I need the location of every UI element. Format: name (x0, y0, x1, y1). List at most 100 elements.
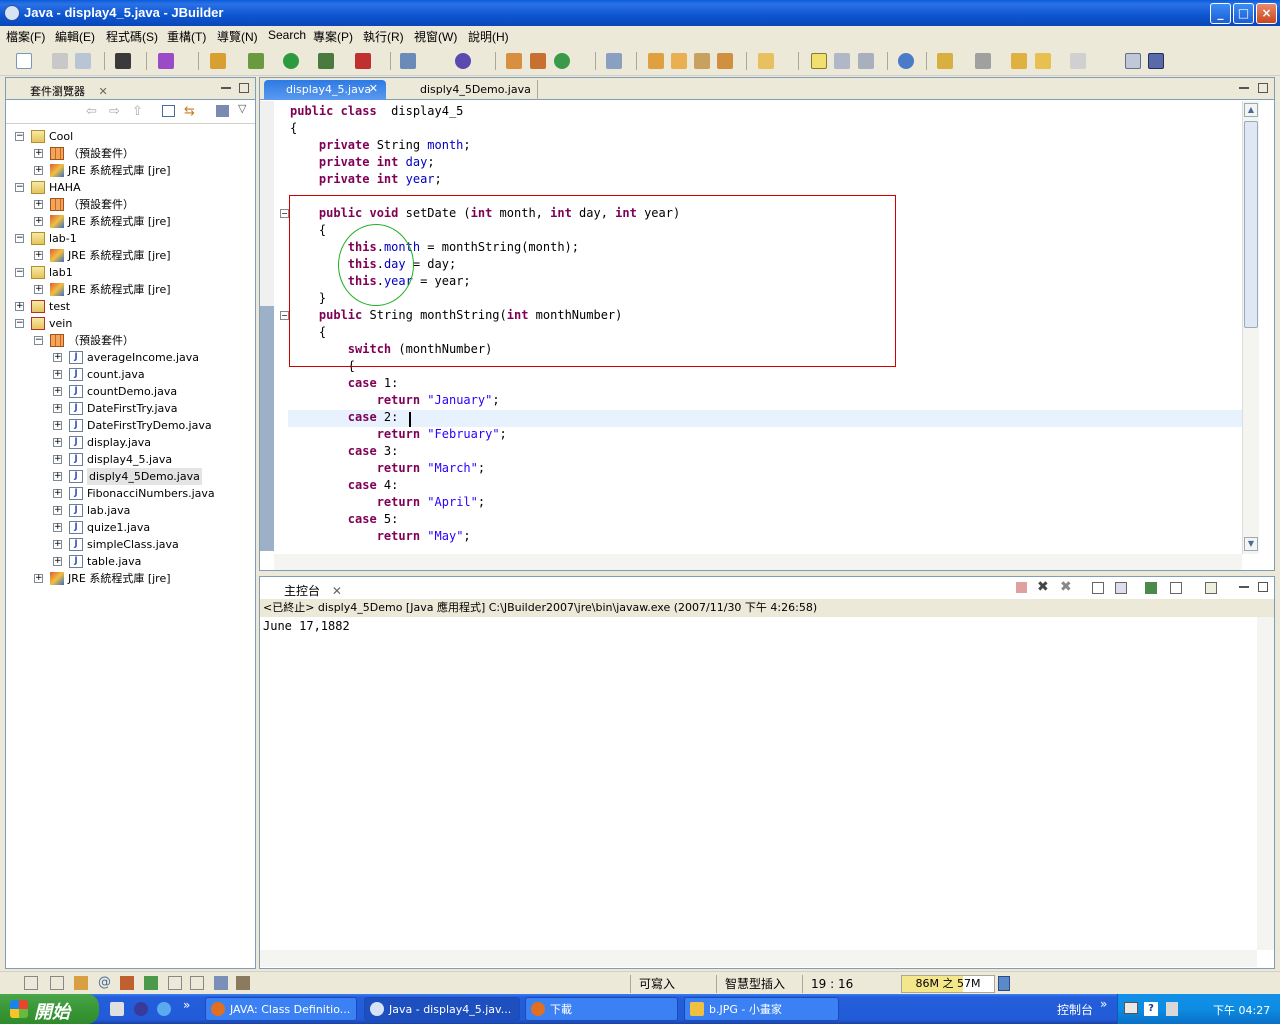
hierarchy-view-icon[interactable] (50, 976, 64, 990)
terminate-icon[interactable] (1016, 582, 1027, 593)
collapse-icon[interactable]: − (15, 234, 24, 243)
expand-icon[interactable]: + (53, 523, 62, 532)
expand-icon[interactable]: + (53, 404, 62, 413)
close-tab-icon[interactable]: ✕ (369, 82, 378, 95)
tree-item[interactable]: − lab1 (6, 264, 255, 281)
expand-icon[interactable]: + (53, 455, 62, 464)
tree-item[interactable]: + Jdisply4_5Demo.java (6, 468, 255, 485)
link-editor-icon[interactable]: ⇆ (184, 104, 195, 119)
tree-item[interactable]: + JRE 系統程式庫 [jre] (6, 281, 255, 298)
menu-navigate[interactable]: 導覽(N) (217, 28, 258, 45)
trash-icon[interactable] (998, 976, 1010, 991)
expand-icon[interactable]: + (34, 251, 43, 260)
expand-icon[interactable]: + (53, 421, 62, 430)
save-icon[interactable] (52, 53, 68, 69)
up-arrow-icon[interactable]: ⇧ (132, 104, 143, 119)
menu-project[interactable]: 專案(P) (313, 28, 353, 45)
ant-icon[interactable] (400, 53, 416, 69)
quicklaunch-media-icon[interactable] (134, 1002, 148, 1016)
minimize-view-icon[interactable] (221, 87, 231, 89)
prev-annotation-icon[interactable] (975, 53, 991, 69)
maximize-console-icon[interactable] (1258, 582, 1268, 592)
tree-item[interactable]: + Jdisplay.java (6, 434, 255, 451)
vertical-scrollbar[interactable]: ▲ ▼ (1242, 101, 1259, 554)
expand-icon[interactable]: + (34, 200, 43, 209)
tree-item[interactable]: − lab-1 (6, 230, 255, 247)
scroll-down-icon[interactable]: ▼ (1244, 537, 1258, 551)
navigator-view-icon[interactable] (214, 976, 228, 990)
fast-view-icon[interactable] (24, 976, 38, 990)
folder-icon[interactable] (758, 53, 774, 69)
taskbar-button-downloads[interactable]: 下載 (525, 997, 678, 1021)
expand-icon[interactable]: + (34, 285, 43, 294)
tree-item[interactable]: + Jtable.java (6, 553, 255, 570)
expand-icon[interactable]: + (53, 540, 62, 549)
expand-icon[interactable]: + (34, 166, 43, 175)
tree-item[interactable]: + test (6, 298, 255, 315)
run-icon[interactable] (283, 53, 299, 69)
minimize-button[interactable]: _ (1210, 3, 1231, 24)
tree-item[interactable]: + Jquize1.java (6, 519, 255, 536)
tree-item[interactable]: + JRE 系統程式庫 [jre] (6, 162, 255, 179)
open-file-icon[interactable] (717, 53, 733, 69)
expand-icon[interactable]: + (53, 370, 62, 379)
menu-file[interactable]: 檔案(F) (6, 28, 45, 45)
quicklaunch-ie-icon[interactable] (110, 1002, 124, 1016)
tree-item[interactable]: + （預設套件） (6, 196, 255, 213)
build-icon[interactable] (115, 53, 131, 69)
tree-item[interactable]: + J DateFirstTryDemo.java (6, 417, 255, 434)
help-icon[interactable]: ? (1144, 1002, 1158, 1016)
tree-item[interactable]: + JRE 系統程式庫 [jre] (6, 213, 255, 230)
tab-console[interactable]: 主控台 ✕ (264, 579, 348, 599)
expand-icon[interactable]: + (34, 149, 43, 158)
collapse-icon[interactable]: − (15, 183, 24, 192)
open-console-icon[interactable] (1205, 582, 1217, 594)
menu-source[interactable]: 程式碼(S) (106, 28, 158, 45)
tree-item[interactable]: − Cool (6, 128, 255, 145)
expand-icon[interactable]: + (34, 574, 43, 583)
tree-item[interactable]: − vein (6, 315, 255, 332)
menu-run[interactable]: 執行(R) (363, 28, 404, 45)
globe-icon[interactable] (898, 53, 914, 69)
back-icon[interactable] (1035, 53, 1051, 69)
tree-item[interactable]: + JRE 系統程式庫 [jre] (6, 247, 255, 264)
forward-icon[interactable] (1070, 53, 1086, 69)
taskbar-button-paint[interactable]: b.JPG - 小畫家 (684, 997, 839, 1021)
clock[interactable]: 下午 04:27 (1213, 1002, 1270, 1018)
block-select-icon[interactable] (858, 53, 874, 69)
collapse-icon[interactable]: − (15, 132, 24, 141)
keyboard-icon[interactable] (1124, 1002, 1138, 1014)
tree-item[interactable]: + Jlab.java (6, 502, 255, 519)
collapse-all-icon[interactable] (162, 105, 175, 117)
refresh-icon[interactable] (554, 53, 570, 69)
collapse-icon[interactable]: − (15, 268, 24, 277)
show-whitespace-icon[interactable] (834, 53, 850, 69)
remove-launch-icon[interactable]: ✖ (1037, 579, 1049, 595)
task-icon[interactable] (606, 53, 622, 69)
remove-all-icon[interactable]: ✖ (1060, 579, 1072, 595)
quicklaunch-browser-icon[interactable] (157, 1002, 171, 1016)
view-menu-icon[interactable] (216, 105, 229, 117)
console-output[interactable]: June 17,1882 (263, 619, 350, 633)
quicklaunch-overflow-icon[interactable]: » (183, 998, 190, 1012)
menu-search[interactable]: Search (268, 28, 306, 42)
open-type-icon[interactable] (648, 53, 664, 69)
close-tab-icon[interactable]: ✕ (332, 584, 342, 598)
new-class-icon[interactable] (530, 53, 546, 69)
open-resource-icon[interactable] (671, 53, 687, 69)
tree-item[interactable]: + （預設套件） (6, 145, 255, 162)
expand-icon[interactable]: + (15, 302, 24, 311)
collapse-icon[interactable]: − (34, 336, 43, 345)
clear-console-icon[interactable] (1092, 582, 1104, 594)
debug-icon[interactable] (248, 53, 264, 69)
taskbar-button-jbuilder[interactable]: Java - display4_5.jav... (364, 997, 520, 1021)
expand-icon[interactable]: + (53, 353, 62, 362)
tray-overflow-icon[interactable]: » (1100, 997, 1107, 1011)
open-perspective-icon[interactable] (1125, 53, 1141, 69)
problems-view-icon[interactable] (120, 976, 134, 990)
declaration-view-icon[interactable] (144, 976, 158, 990)
expand-icon[interactable]: + (53, 506, 62, 515)
server-icon[interactable] (455, 53, 471, 69)
tree-item[interactable]: + JaverageIncome.java (6, 349, 255, 366)
pin-console-icon[interactable] (1145, 582, 1157, 594)
